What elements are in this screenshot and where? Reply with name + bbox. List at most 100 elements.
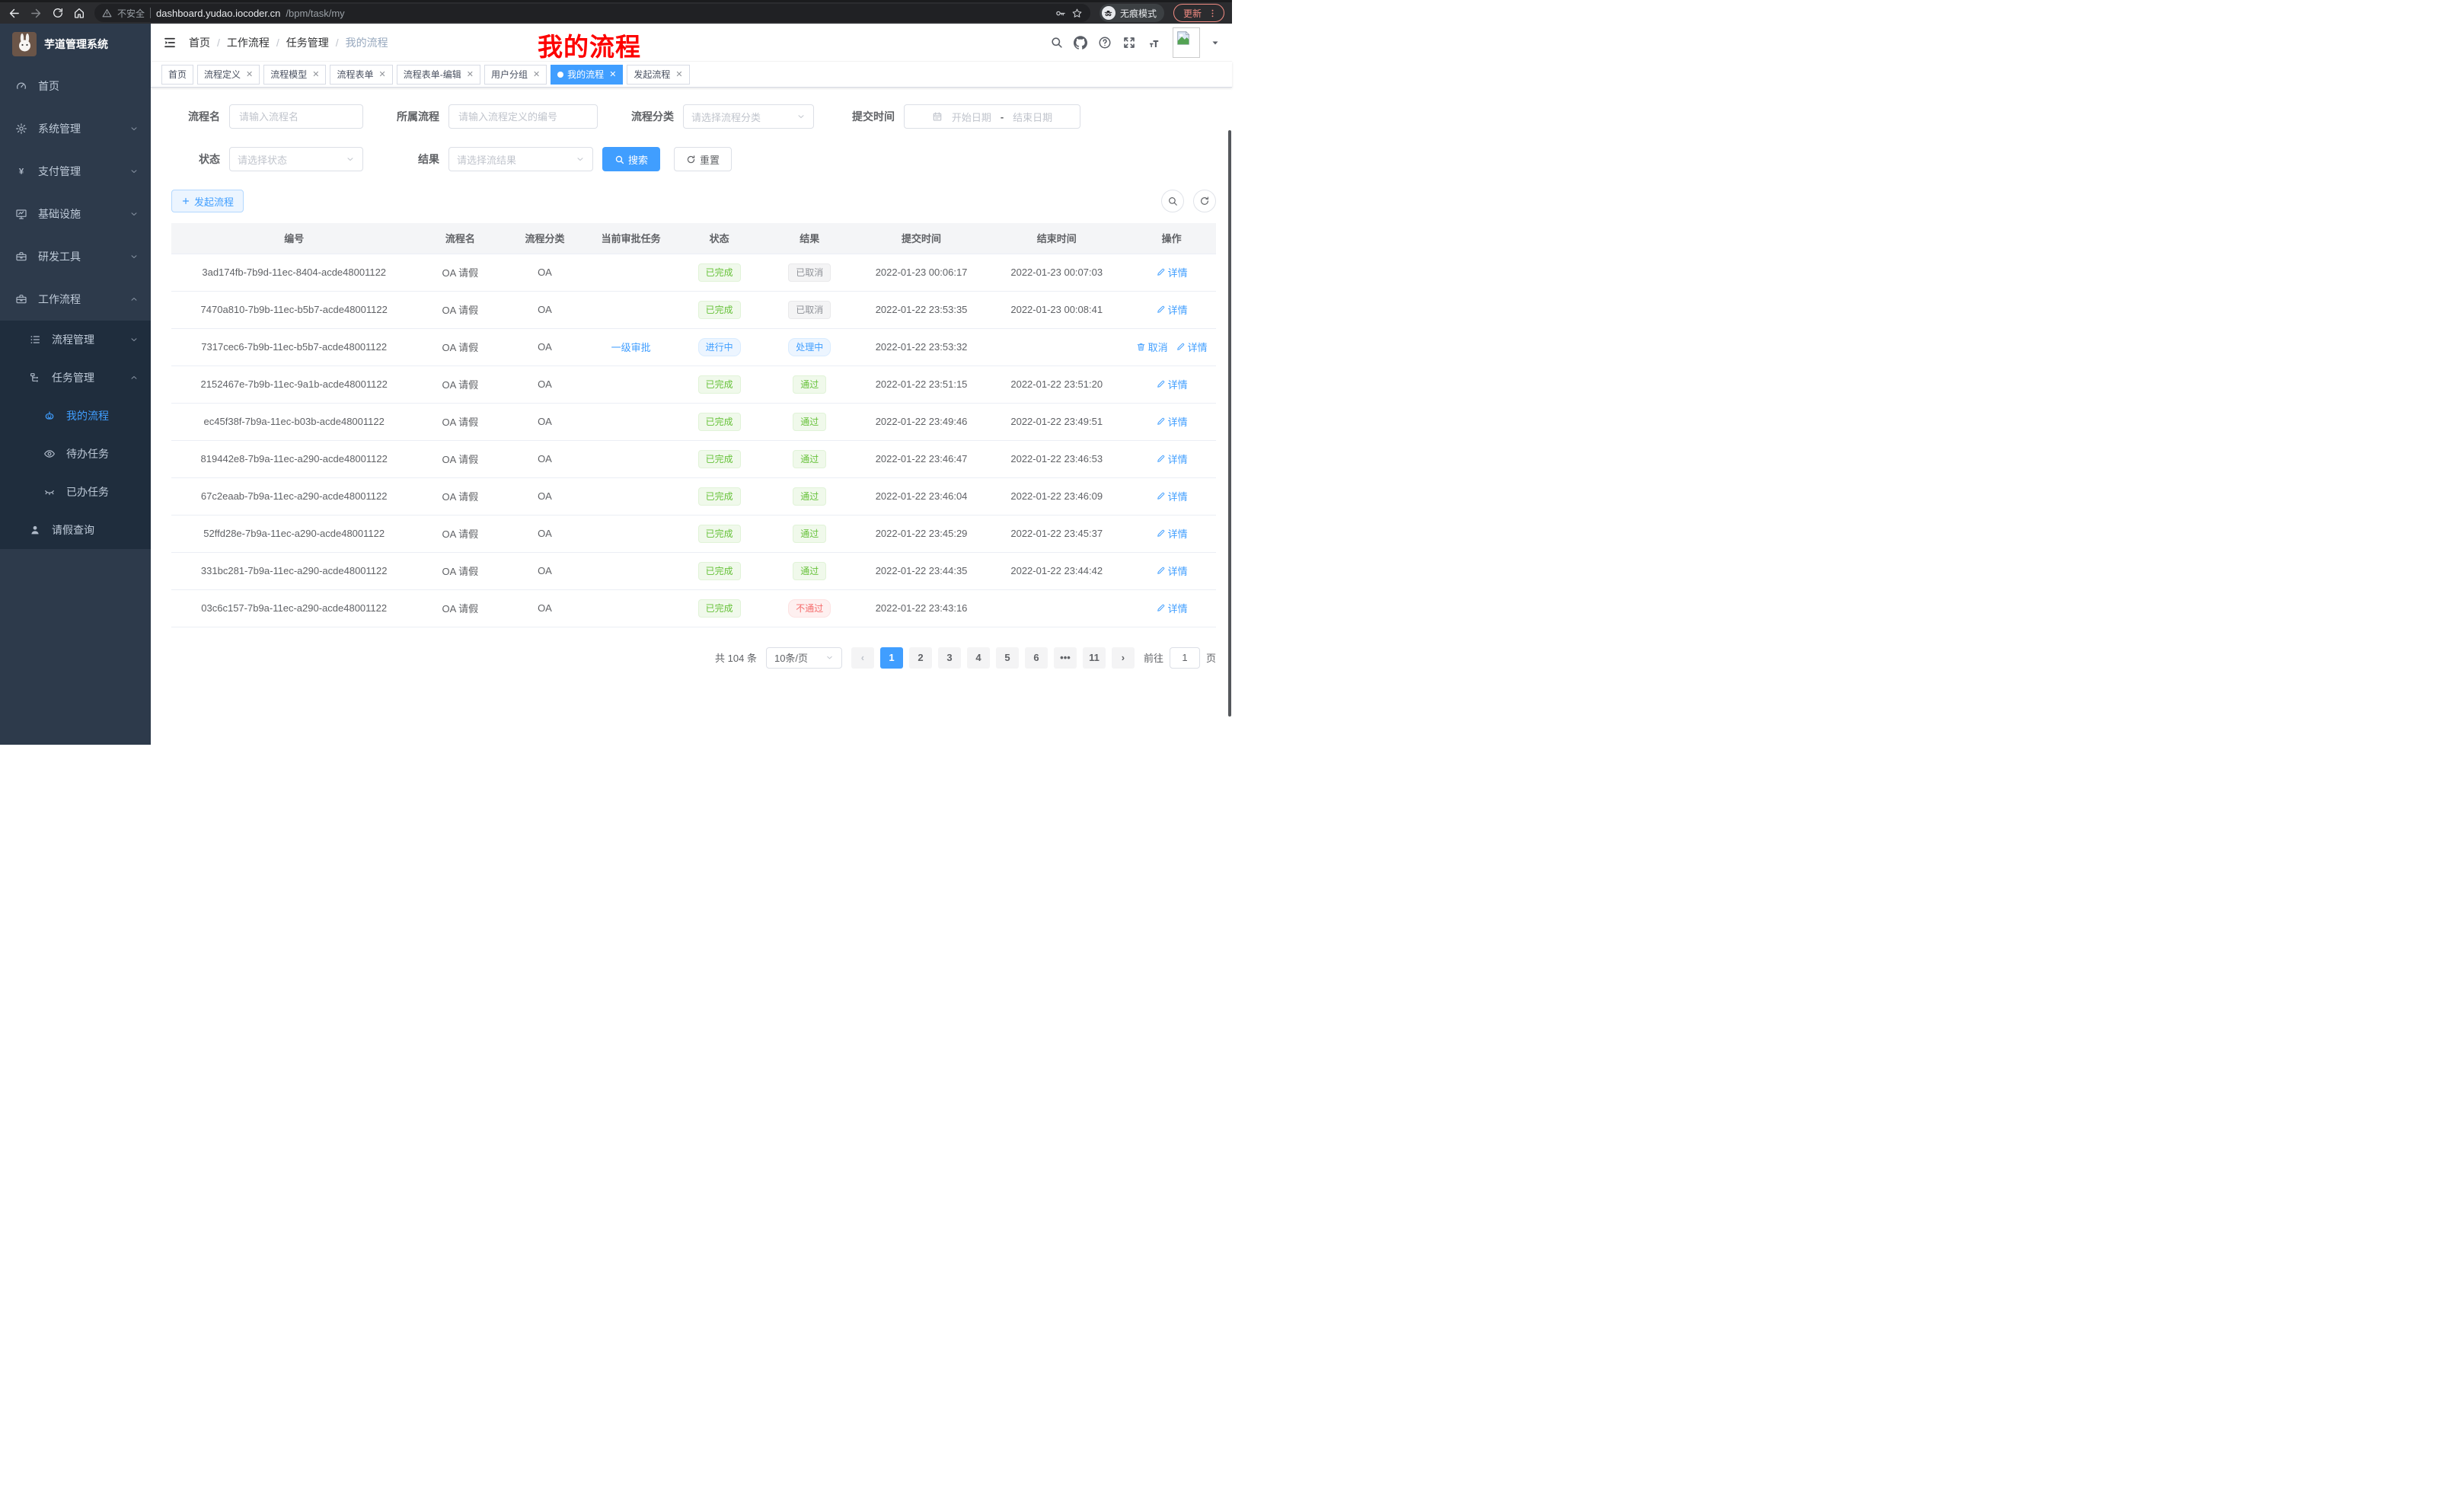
status-badge: 已完成 [698,487,741,506]
sidebar-item-workflow[interactable]: 工作流程 [0,278,151,321]
page-button[interactable]: 5 [996,647,1019,669]
sidebar-item-process-mgmt[interactable]: 流程管理 [0,321,151,359]
current-task-link[interactable]: 一级审批 [611,340,651,354]
search-button[interactable]: 搜索 [602,147,660,171]
owner-process-input[interactable] [448,104,598,129]
cell-category: OA [503,440,586,477]
close-tab-icon[interactable]: ✕ [312,69,319,79]
bookmark-star-icon[interactable] [1071,8,1083,19]
page-button[interactable]: 11 [1083,647,1106,669]
sidebar-item-system[interactable]: 系统管理 [0,107,151,150]
detail-link[interactable]: 详情 [1156,377,1188,391]
tab-process-form[interactable]: 流程表单✕ [330,65,392,85]
tab-my-process[interactable]: 我的流程✕ [551,65,623,85]
detail-link[interactable]: 详情 [1156,563,1188,578]
cell-result: 通过 [763,366,857,403]
edit-icon [1156,566,1166,576]
create-process-button[interactable]: 发起流程 [171,190,244,212]
show-search-button[interactable] [1161,190,1184,212]
detail-link[interactable]: 详情 [1156,414,1188,429]
table-row: 7317cec6-7b9b-11ec-b5b7-acde48001122OA 请… [171,328,1216,366]
close-tab-icon[interactable]: ✕ [609,69,616,79]
reset-button[interactable]: 重置 [674,147,732,171]
sidebar-item-payment[interactable]: ¥支付管理 [0,150,151,193]
goto-label: 前往 [1144,650,1163,665]
github-icon[interactable] [1074,36,1087,49]
page-button[interactable]: 2 [909,647,932,669]
category-select[interactable]: 请选择流程分类 [683,104,814,129]
page-button[interactable]: 4 [967,647,990,669]
sidebar-item-devtools[interactable]: 研发工具 [0,235,151,278]
page-button[interactable]: 1 [880,647,903,669]
browser-menu-icon[interactable] [1208,8,1218,18]
robot-icon [43,410,56,422]
close-tab-icon[interactable]: ✕ [675,69,682,79]
breadcrumb-home[interactable]: 首页 [189,35,210,50]
sidebar-item-todo-tasks[interactable]: 待办任务 [0,435,151,473]
scrollbar-thumb[interactable] [1228,130,1231,717]
update-label: 更新 [1183,7,1202,20]
sidebar-item-my-process[interactable]: 我的流程 [0,397,151,435]
close-tab-icon[interactable]: ✕ [379,69,386,79]
search-icon[interactable] [1050,36,1063,49]
tab-process-definition[interactable]: 流程定义✕ [197,65,260,85]
detail-link[interactable]: 详情 [1156,526,1188,541]
page-button[interactable]: ••• [1054,647,1077,669]
process-name-label: 流程名 [171,109,220,124]
sidebar-toggle-icon[interactable] [163,36,177,49]
result-select[interactable]: 请选择流结果 [448,147,593,171]
reload-icon[interactable] [52,7,64,19]
eye-icon [43,448,56,460]
refresh-table-button[interactable] [1193,190,1216,212]
status-select[interactable]: 请选择状态 [229,147,363,171]
prev-page-button[interactable]: ‹ [851,647,874,669]
page-button[interactable]: 3 [938,647,961,669]
fullscreen-icon[interactable] [1122,36,1136,49]
submit-time-range[interactable]: 开始日期 - 结束日期 [904,104,1080,129]
avatar-caret-icon[interactable] [1211,38,1220,47]
tab-process-form-edit[interactable]: 流程表单-编辑✕ [397,65,480,85]
sidebar-item-home[interactable]: 首页 [0,65,151,107]
result-badge: 已取消 [788,263,831,282]
close-tab-icon[interactable]: ✕ [533,69,540,79]
cancel-link[interactable]: 取消 [1136,340,1168,354]
close-tab-icon[interactable]: ✕ [246,69,253,79]
tab-start-process[interactable]: 发起流程✕ [627,65,689,85]
status-label: 状态 [171,152,220,167]
help-icon[interactable] [1098,36,1112,49]
detail-link[interactable]: 详情 [1156,489,1188,503]
sidebar-item-task-mgmt[interactable]: 任务管理 [0,359,151,397]
tab-home[interactable]: 首页 [161,65,193,85]
update-button[interactable]: 更新 [1173,4,1224,22]
broken-image-icon [1175,30,1192,46]
tab-process-model[interactable]: 流程模型✕ [263,65,326,85]
home-icon[interactable] [73,7,85,19]
process-name-input[interactable] [229,104,363,129]
address-bar[interactable]: 不安全 dashboard.yudao.iocoder.cn/bpm/task/… [94,4,1090,22]
next-page-button[interactable]: › [1112,647,1135,669]
tab-user-group[interactable]: 用户分组✕ [484,65,547,85]
sidebar-item-leave-query[interactable]: 请假查询 [0,511,151,549]
column-header: 状态 [676,223,763,254]
sidebar-item-done-tasks[interactable]: 已办任务 [0,473,151,511]
goto-page-input[interactable] [1170,647,1200,669]
detail-link[interactable]: 详情 [1156,302,1188,317]
detail-link[interactable]: 详情 [1156,265,1188,279]
detail-link[interactable]: 详情 [1176,340,1208,354]
breadcrumb-task-mgmt[interactable]: 任务管理 [286,35,329,50]
page-size-select[interactable]: 10条/页 [766,647,842,669]
back-icon[interactable] [8,7,21,20]
sidebar-item-infra[interactable]: 基础设施 [0,193,151,235]
cell-end-time: 2022-01-22 23:44:42 [986,552,1127,589]
detail-link[interactable]: 详情 [1156,601,1188,615]
forward-icon[interactable] [30,7,43,20]
detail-link[interactable]: 详情 [1156,452,1188,466]
page-button[interactable]: 6 [1025,647,1048,669]
breadcrumb-workflow[interactable]: 工作流程 [227,35,270,50]
font-size-icon[interactable] [1147,36,1162,49]
avatar[interactable] [1173,27,1200,58]
password-key-icon[interactable] [1055,8,1066,19]
edit-icon [1156,491,1166,501]
close-tab-icon[interactable]: ✕ [467,69,474,79]
breadcrumb: 首页/ 工作流程/ 任务管理/ 我的流程 [189,35,388,50]
